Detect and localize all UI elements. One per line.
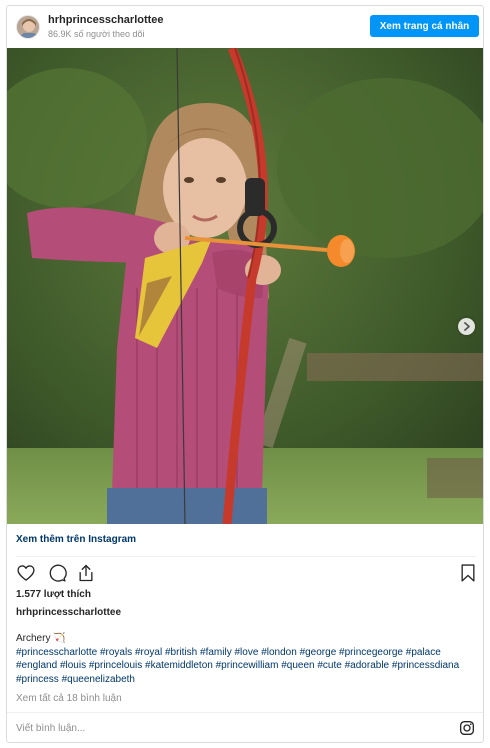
instagram-embed-card: hrhprincesscharlottee 86.9K số người the… (6, 5, 484, 743)
chevron-right-icon (464, 322, 470, 331)
avatar[interactable] (16, 15, 40, 39)
view-profile-button[interactable]: Xem trang cá nhân (370, 15, 479, 37)
divider (16, 556, 476, 557)
hashtag[interactable]: #katemiddleton (145, 660, 213, 671)
view-all-comments-link[interactable]: Xem tất cả 18 bình luận (16, 693, 122, 704)
caption-username[interactable]: hrhprincesscharlottee (16, 607, 121, 618)
hashtag[interactable]: #london (261, 647, 297, 658)
comment-input[interactable] (16, 721, 436, 736)
post-caption: Archery 🏹 #princesscharlotte #royals #ro… (16, 632, 478, 686)
comment-button[interactable] (47, 563, 67, 583)
carousel-next-button[interactable] (458, 318, 475, 335)
post-photo[interactable] (7, 48, 483, 524)
hashtag[interactable]: #george (300, 647, 337, 658)
hashtag[interactable]: #palace (406, 647, 441, 658)
hashtag[interactable]: #queen (281, 660, 314, 671)
hashtag[interactable]: #royals (100, 647, 132, 658)
archery-photo-illustration (7, 48, 483, 524)
comment-bar (7, 713, 483, 742)
hashtag[interactable]: #louis (60, 660, 86, 671)
hashtag[interactable]: #family (200, 647, 232, 658)
share-button[interactable] (76, 563, 96, 583)
username[interactable]: hrhprincesscharlottee (48, 14, 164, 26)
hashtag[interactable]: #british (165, 647, 197, 658)
hashtag[interactable]: #princegeorge (339, 647, 403, 658)
heart-icon (17, 565, 35, 581)
view-more-on-instagram-link[interactable]: Xem thêm trên Instagram (16, 534, 136, 545)
hashtag[interactable]: #england (16, 660, 57, 671)
hashtag[interactable]: #princesscharlotte (16, 647, 97, 658)
caption-title: Archery 🏹 (16, 633, 66, 644)
comment-icon (49, 564, 67, 582)
hashtag[interactable]: #adorable (345, 660, 389, 671)
hashtag[interactable]: #princess (16, 674, 59, 685)
hashtag[interactable]: #royal (135, 647, 162, 658)
hashtag[interactable]: #princelouis (89, 660, 142, 671)
bookmark-icon (461, 564, 475, 582)
save-button[interactable] (458, 563, 478, 583)
post-header: hrhprincesscharlottee 86.9K số người the… (7, 6, 483, 48)
follower-count: 86.9K số người theo dõi (48, 29, 145, 39)
hashtag[interactable]: #princessdiana (392, 660, 459, 671)
hashtag-list: #princesscharlotte #royals #royal #briti… (16, 647, 459, 685)
share-icon (79, 564, 93, 582)
instagram-logo-link[interactable] (459, 720, 475, 736)
action-bar (16, 563, 476, 585)
hashtag[interactable]: #love (235, 647, 259, 658)
like-count[interactable]: 1.577 lượt thích (16, 589, 91, 600)
instagram-icon (460, 721, 474, 735)
hashtag[interactable]: #princewilliam (216, 660, 279, 671)
like-button[interactable] (16, 563, 36, 583)
hashtag[interactable]: #queenelizabeth (62, 674, 135, 685)
hashtag[interactable]: #cute (317, 660, 341, 671)
